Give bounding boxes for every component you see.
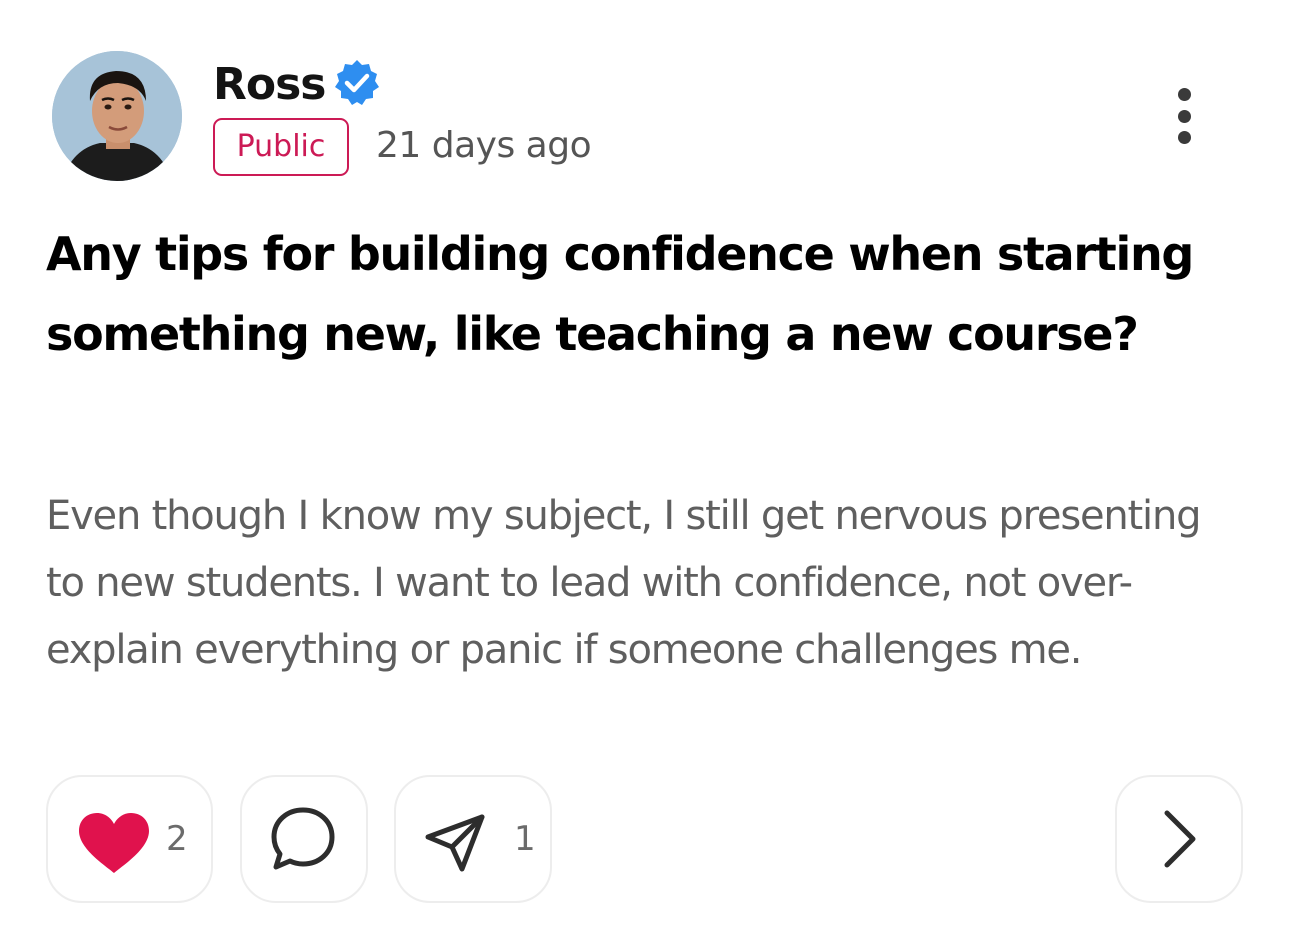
more-options-button[interactable] xyxy=(1158,80,1210,152)
post-card: Ross Public 21 days ago Any tips for bui… xyxy=(0,0,1290,949)
like-button[interactable]: 2 xyxy=(46,775,213,903)
next-button[interactable] xyxy=(1115,775,1243,903)
comment-bubble-icon xyxy=(271,807,335,870)
send-icon xyxy=(425,814,485,872)
post-title: Any tips for building confidence when st… xyxy=(46,227,1194,361)
chevron-right-icon xyxy=(1164,810,1196,868)
more-dot-icon xyxy=(1177,109,1191,123)
share-button[interactable]: 1 xyxy=(394,775,552,903)
author-avatar[interactable] xyxy=(52,51,182,181)
post-body: Even though I know my subject, I still g… xyxy=(46,493,1201,673)
comment-button[interactable] xyxy=(240,775,368,903)
share-count: 1 xyxy=(514,819,536,859)
author-name[interactable]: Ross xyxy=(213,58,326,112)
more-dot-icon xyxy=(1177,131,1191,144)
verified-badge-icon xyxy=(335,60,379,105)
like-count: 2 xyxy=(166,819,188,859)
post-timestamp: 21 days ago xyxy=(376,125,592,166)
avatar-photo xyxy=(52,51,182,181)
heart-icon xyxy=(79,813,149,873)
more-dot-icon xyxy=(1177,88,1191,101)
visibility-badge: Public xyxy=(213,118,349,176)
